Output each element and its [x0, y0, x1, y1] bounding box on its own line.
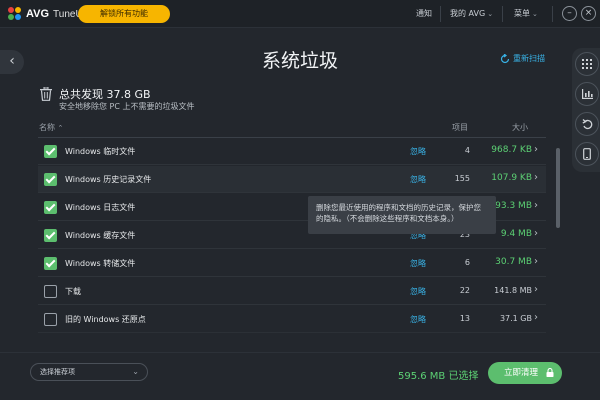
ignore-link[interactable]: 忽略	[410, 258, 426, 269]
divider	[0, 352, 600, 353]
close-button[interactable]: ×	[581, 6, 596, 21]
row-name: 旧的 Windows 还原点	[65, 315, 146, 324]
row-count: 22	[459, 286, 470, 295]
ignore-link[interactable]: 忽略	[410, 314, 426, 325]
selection-dropdown-value: 选择推荐项	[40, 368, 75, 376]
row-count: 13	[459, 314, 470, 323]
close-icon: ×	[584, 8, 593, 18]
row-checkbox[interactable]	[44, 313, 57, 326]
divider	[440, 6, 441, 22]
chevron-right-icon[interactable]: ›	[534, 172, 538, 183]
chevron-right-icon[interactable]: ›	[534, 228, 538, 239]
divider	[502, 6, 503, 22]
row-size: 141.8 MB	[494, 286, 532, 295]
lock-icon	[546, 368, 554, 377]
unlock-all-features-button[interactable]: 解锁所有功能	[78, 5, 170, 23]
trash-icon	[40, 87, 52, 101]
chevron-right-icon[interactable]: ›	[534, 256, 538, 267]
selection-dropdown[interactable]: 选择推荐项 ⌄	[30, 363, 148, 381]
list-fade	[38, 330, 546, 350]
row-count: 6	[464, 258, 470, 267]
list-item[interactable]: 下载 忽略 22 141.8 MB ›	[38, 278, 546, 305]
divider	[552, 6, 553, 22]
chevron-down-icon: ⌄	[532, 10, 538, 18]
chevron-down-icon: ⌄	[487, 10, 494, 18]
summary-title: 总共发现 37.8 GB	[59, 88, 151, 101]
undo-icon	[582, 118, 592, 129]
chevron-right-icon[interactable]: ›	[534, 200, 538, 211]
list-header: 名称 ⌃ 项目 大小	[38, 120, 546, 136]
menu-label: 菜单	[514, 9, 530, 18]
row-name: Windows 临时文件	[65, 147, 136, 156]
chevron-right-icon[interactable]: ›	[534, 312, 538, 323]
row-size: 30.7 MB	[495, 257, 532, 267]
my-avg-menu[interactable]: 我的 AVG ⌄	[450, 8, 493, 19]
ignore-link[interactable]: 忽略	[410, 146, 426, 157]
phone-icon	[583, 148, 591, 160]
row-checkbox[interactable]	[44, 201, 57, 214]
my-avg-label: 我的 AVG	[450, 9, 486, 18]
ignore-link[interactable]: 忽略	[410, 286, 426, 297]
chevron-up-icon: ⌃	[57, 124, 64, 132]
notifications-link[interactable]: 通知	[416, 8, 432, 19]
performance-button[interactable]	[575, 82, 599, 106]
minimize-button[interactable]: –	[562, 6, 577, 21]
list-item[interactable]: Windows 转储文件 忽略 6 30.7 MB ›	[38, 250, 546, 277]
row-name: Windows 缓存文件	[65, 231, 136, 240]
clean-now-label: 立即清理	[504, 368, 539, 378]
avg-logo-icon	[8, 7, 22, 21]
bar-chart-icon	[581, 89, 593, 99]
chevron-down-icon: ⌄	[132, 367, 139, 376]
row-count: 4	[464, 146, 470, 155]
list-item[interactable]: Windows 临时文件 忽略 4 968.7 KB ›	[38, 138, 546, 165]
chevron-right-icon[interactable]: ›	[534, 284, 538, 295]
column-size-label[interactable]: 大小	[512, 122, 528, 133]
row-size: 107.9 KB	[491, 173, 532, 183]
row-size: 968.7 KB	[491, 145, 532, 155]
row-name: Windows 转储文件	[65, 259, 136, 268]
row-name: Windows 日志文件	[65, 203, 136, 212]
row-checkbox[interactable]	[44, 229, 57, 242]
row-checkbox[interactable]	[44, 145, 57, 158]
brand-name: AVG	[26, 8, 50, 20]
row-checkbox[interactable]	[44, 285, 57, 298]
ignore-link[interactable]: 忽略	[410, 174, 426, 185]
row-checkbox[interactable]	[44, 173, 57, 186]
column-count-label[interactable]: 项目	[452, 122, 468, 133]
column-name-label: 名称	[39, 123, 55, 132]
refresh-icon	[500, 53, 510, 63]
sort-by-name[interactable]: 名称 ⌃	[39, 122, 63, 133]
app-logo: AVG TuneUp	[8, 7, 88, 21]
chevron-right-icon[interactable]: ›	[534, 144, 538, 155]
main-menu[interactable]: 菜单 ⌄	[514, 8, 538, 19]
rescan-button[interactable]: 重新扫描	[500, 53, 545, 64]
minimize-icon: –	[567, 8, 572, 18]
title-bar: AVG TuneUp 解锁所有功能 通知 我的 AVG ⌄ 菜单 ⌄ – ×	[0, 0, 600, 28]
row-name: Windows 历史记录文件	[65, 175, 152, 184]
mobile-button[interactable]	[575, 142, 599, 166]
list-item[interactable]: Windows 历史记录文件 忽略 155 107.9 KB ›	[38, 166, 546, 193]
row-tooltip: 删除您最近使用的程序和文档的历史记录，保护您的隐私。（不会删除这些程序和文档本身…	[308, 196, 496, 234]
rescue-center-button[interactable]	[575, 112, 599, 136]
summary-subtitle: 安全地移除您 PC 上不需要的垃圾文件	[59, 102, 195, 111]
row-size: 37.1 GB	[499, 314, 532, 323]
rescan-label: 重新扫描	[513, 54, 545, 63]
row-count: 155	[454, 174, 470, 183]
selected-total: 595.6 MB 已选择	[398, 371, 479, 382]
row-checkbox[interactable]	[44, 257, 57, 270]
row-name: 下载	[65, 287, 81, 296]
clean-now-button[interactable]: 立即清理	[488, 362, 562, 384]
list-item[interactable]: 旧的 Windows 还原点 忽略 13 37.1 GB ›	[38, 306, 546, 333]
list-scrollbar[interactable]	[556, 148, 560, 228]
